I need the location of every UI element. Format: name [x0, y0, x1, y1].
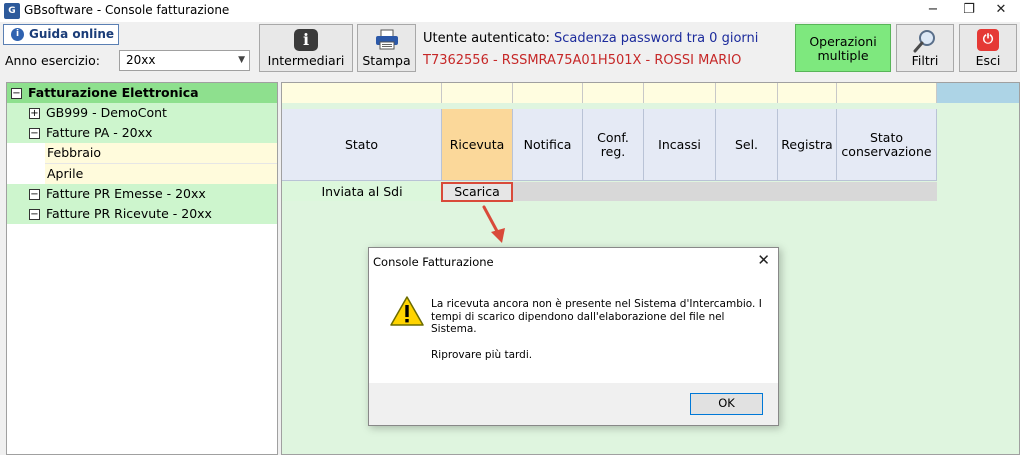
column-header-label: Stato — [344, 136, 379, 152]
chevron-down-icon: ▼ — [238, 55, 245, 65]
filter-cell-notifica[interactable] — [513, 83, 583, 103]
stampa-button[interactable]: Stampa — [357, 24, 416, 72]
password-expiry-text: Scadenza password tra 0 giorni — [554, 31, 759, 46]
tree-item-gb999-democont[interactable]: + GB999 - DemoCont — [7, 103, 277, 123]
info-icon: i — [11, 28, 24, 41]
column-header-sel[interactable]: Sel. — [716, 109, 778, 181]
auth-status: Utente autenticato: Scadenza password tr… — [423, 31, 758, 46]
column-header-label-line2: conservazione — [841, 143, 932, 159]
guida-online-label: Guida online — [29, 27, 115, 41]
column-header-conf-reg[interactable]: Conf. reg. — [583, 109, 644, 181]
dialog-message-line3: Sistema. — [431, 323, 477, 335]
expand-icon[interactable]: + — [29, 108, 40, 119]
tree-item-aprile[interactable]: Aprile — [45, 164, 277, 184]
window-title: GBsoftware - Console fatturazione — [24, 3, 230, 17]
filtri-button[interactable]: Filtri — [896, 24, 954, 72]
annotation-arrow-icon — [482, 205, 505, 243]
operazioni-multiple-label-line1: Operazioni — [809, 34, 877, 49]
collapse-icon[interactable]: − — [11, 88, 22, 99]
filter-cell-conf-reg[interactable] — [583, 83, 644, 103]
column-header-label: Incassi — [658, 136, 701, 152]
filter-cell-sel[interactable] — [716, 83, 778, 103]
auth-label: Utente autenticato: — [423, 31, 550, 46]
filter-row — [282, 83, 1019, 103]
tree-item-fatture-pa[interactable]: − Fatture PA - 20xx — [7, 123, 277, 143]
intermediari-label: Intermediari — [267, 53, 345, 68]
title-bar: G GBsoftware - Console fatturazione − ❐ … — [0, 0, 1020, 22]
app-window: G GBsoftware - Console fatturazione − ❐ … — [0, 0, 1020, 455]
column-header-label: Registra — [781, 136, 833, 152]
ok-button[interactable]: OK — [690, 393, 763, 415]
anno-esercizio-label: Anno esercizio: — [5, 53, 101, 68]
anno-esercizio-value: 20xx — [126, 53, 156, 67]
filter-cell-ricevuta[interactable] — [442, 83, 513, 103]
collapse-icon[interactable]: − — [29, 128, 40, 139]
info-icon: i — [294, 29, 318, 51]
app-logo-icon: G — [4, 3, 20, 19]
filtri-label: Filtri — [911, 53, 939, 68]
message-dialog: Console Fatturazione ✕ La ricevuta ancor… — [368, 247, 779, 426]
collapse-icon[interactable]: − — [29, 189, 40, 200]
column-header-label: Sel. — [734, 136, 759, 152]
dialog-retry-message: Riprovare più tardi. — [431, 349, 533, 361]
tree-item-label: Aprile — [47, 166, 84, 181]
tree-item-label: Fatture PR Ricevute - 20xx — [46, 206, 212, 221]
column-header-notifica[interactable]: Notifica — [513, 109, 583, 181]
close-window-button[interactable]: ✕ — [984, 0, 1018, 22]
tree-item-fatture-pr-ricevute[interactable]: − Fatture PR Ricevute - 20xx — [7, 204, 277, 224]
tree-item-febbraio[interactable]: Febbraio — [45, 143, 277, 163]
column-header-ricevuta[interactable]: Ricevuta — [442, 109, 513, 181]
navigation-tree: − Fatturazione Elettronica + GB999 - Dem… — [6, 82, 278, 455]
intermediari-button[interactable]: i Intermediari — [259, 24, 353, 72]
dialog-title: Console Fatturazione — [373, 255, 494, 269]
operazioni-multiple-button[interactable]: Operazioni multiple — [795, 24, 891, 72]
dialog-message-line2: tempi di scarico dipendono dall'elaboraz… — [431, 310, 725, 323]
column-header-incassi[interactable]: Incassi — [644, 109, 716, 181]
toolbar: i Guida online Anno esercizio: 20xx ▼ i … — [0, 22, 1020, 80]
filter-cell-registra[interactable] — [778, 83, 837, 103]
warning-icon — [390, 296, 424, 326]
tree-item-label: Febbraio — [47, 145, 101, 160]
search-icon — [913, 30, 935, 53]
power-icon: ⏻ — [977, 29, 999, 51]
dialog-close-button[interactable]: ✕ — [757, 251, 770, 269]
tree-item-label: Fatture PA - 20xx — [46, 125, 153, 140]
column-header-registra[interactable]: Registra — [778, 109, 837, 181]
tree-item-label: GB999 - DemoCont — [46, 105, 167, 120]
table-row-background — [442, 182, 937, 201]
column-header-label-line1: Conf. — [597, 129, 629, 145]
filter-cell-stato[interactable] — [282, 83, 442, 103]
column-header-label: Ricevuta — [449, 136, 505, 152]
tree-item-fatture-pr-emesse[interactable]: − Fatture PR Emesse - 20xx — [7, 184, 277, 204]
column-header-label-line1: Stato — [869, 129, 904, 145]
column-header-stato-conservazione[interactable]: Stato conservazione — [837, 109, 937, 181]
esci-label: Esci — [975, 53, 1001, 68]
column-header-stato[interactable]: Stato — [282, 109, 442, 181]
esci-button[interactable]: ⏻ Esci — [959, 24, 1017, 72]
filter-cell-stato-conservazione[interactable] — [837, 83, 937, 103]
collapse-icon[interactable]: − — [29, 209, 40, 220]
printer-icon — [375, 29, 398, 50]
filter-cell-incassi[interactable] — [644, 83, 716, 103]
scarica-ricevuta-button[interactable]: Scarica — [441, 182, 513, 202]
restore-button[interactable]: ❐ — [952, 0, 986, 22]
dialog-footer: OK — [369, 383, 778, 425]
minimize-button[interactable]: − — [916, 0, 950, 22]
stampa-label: Stampa — [362, 53, 411, 68]
operazioni-multiple-label-line2: multiple — [817, 48, 869, 63]
guida-online-button[interactable]: i Guida online — [3, 24, 119, 45]
column-header-label-line2: reg. — [600, 143, 626, 159]
authenticated-user: T7362556 - RSSMRA75A01H501X - ROSSI MARI… — [423, 53, 742, 68]
tree-root-fatturazione-elettronica[interactable]: − Fatturazione Elettronica — [7, 83, 277, 103]
table-row-stato-cell: Inviata al Sdi — [282, 182, 442, 201]
column-header-label: Notifica — [523, 136, 572, 152]
dialog-message: La ricevuta ancora non è presente nel Si… — [431, 298, 771, 336]
dialog-message-line1: La ricevuta ancora non è presente nel Si… — [431, 298, 762, 310]
tree-item-label: Fatture PR Emesse - 20xx — [46, 186, 206, 201]
anno-esercizio-select[interactable]: 20xx ▼ — [119, 50, 250, 71]
filter-cell-extra — [937, 83, 1019, 103]
tree-root-label: Fatturazione Elettronica — [28, 85, 199, 100]
